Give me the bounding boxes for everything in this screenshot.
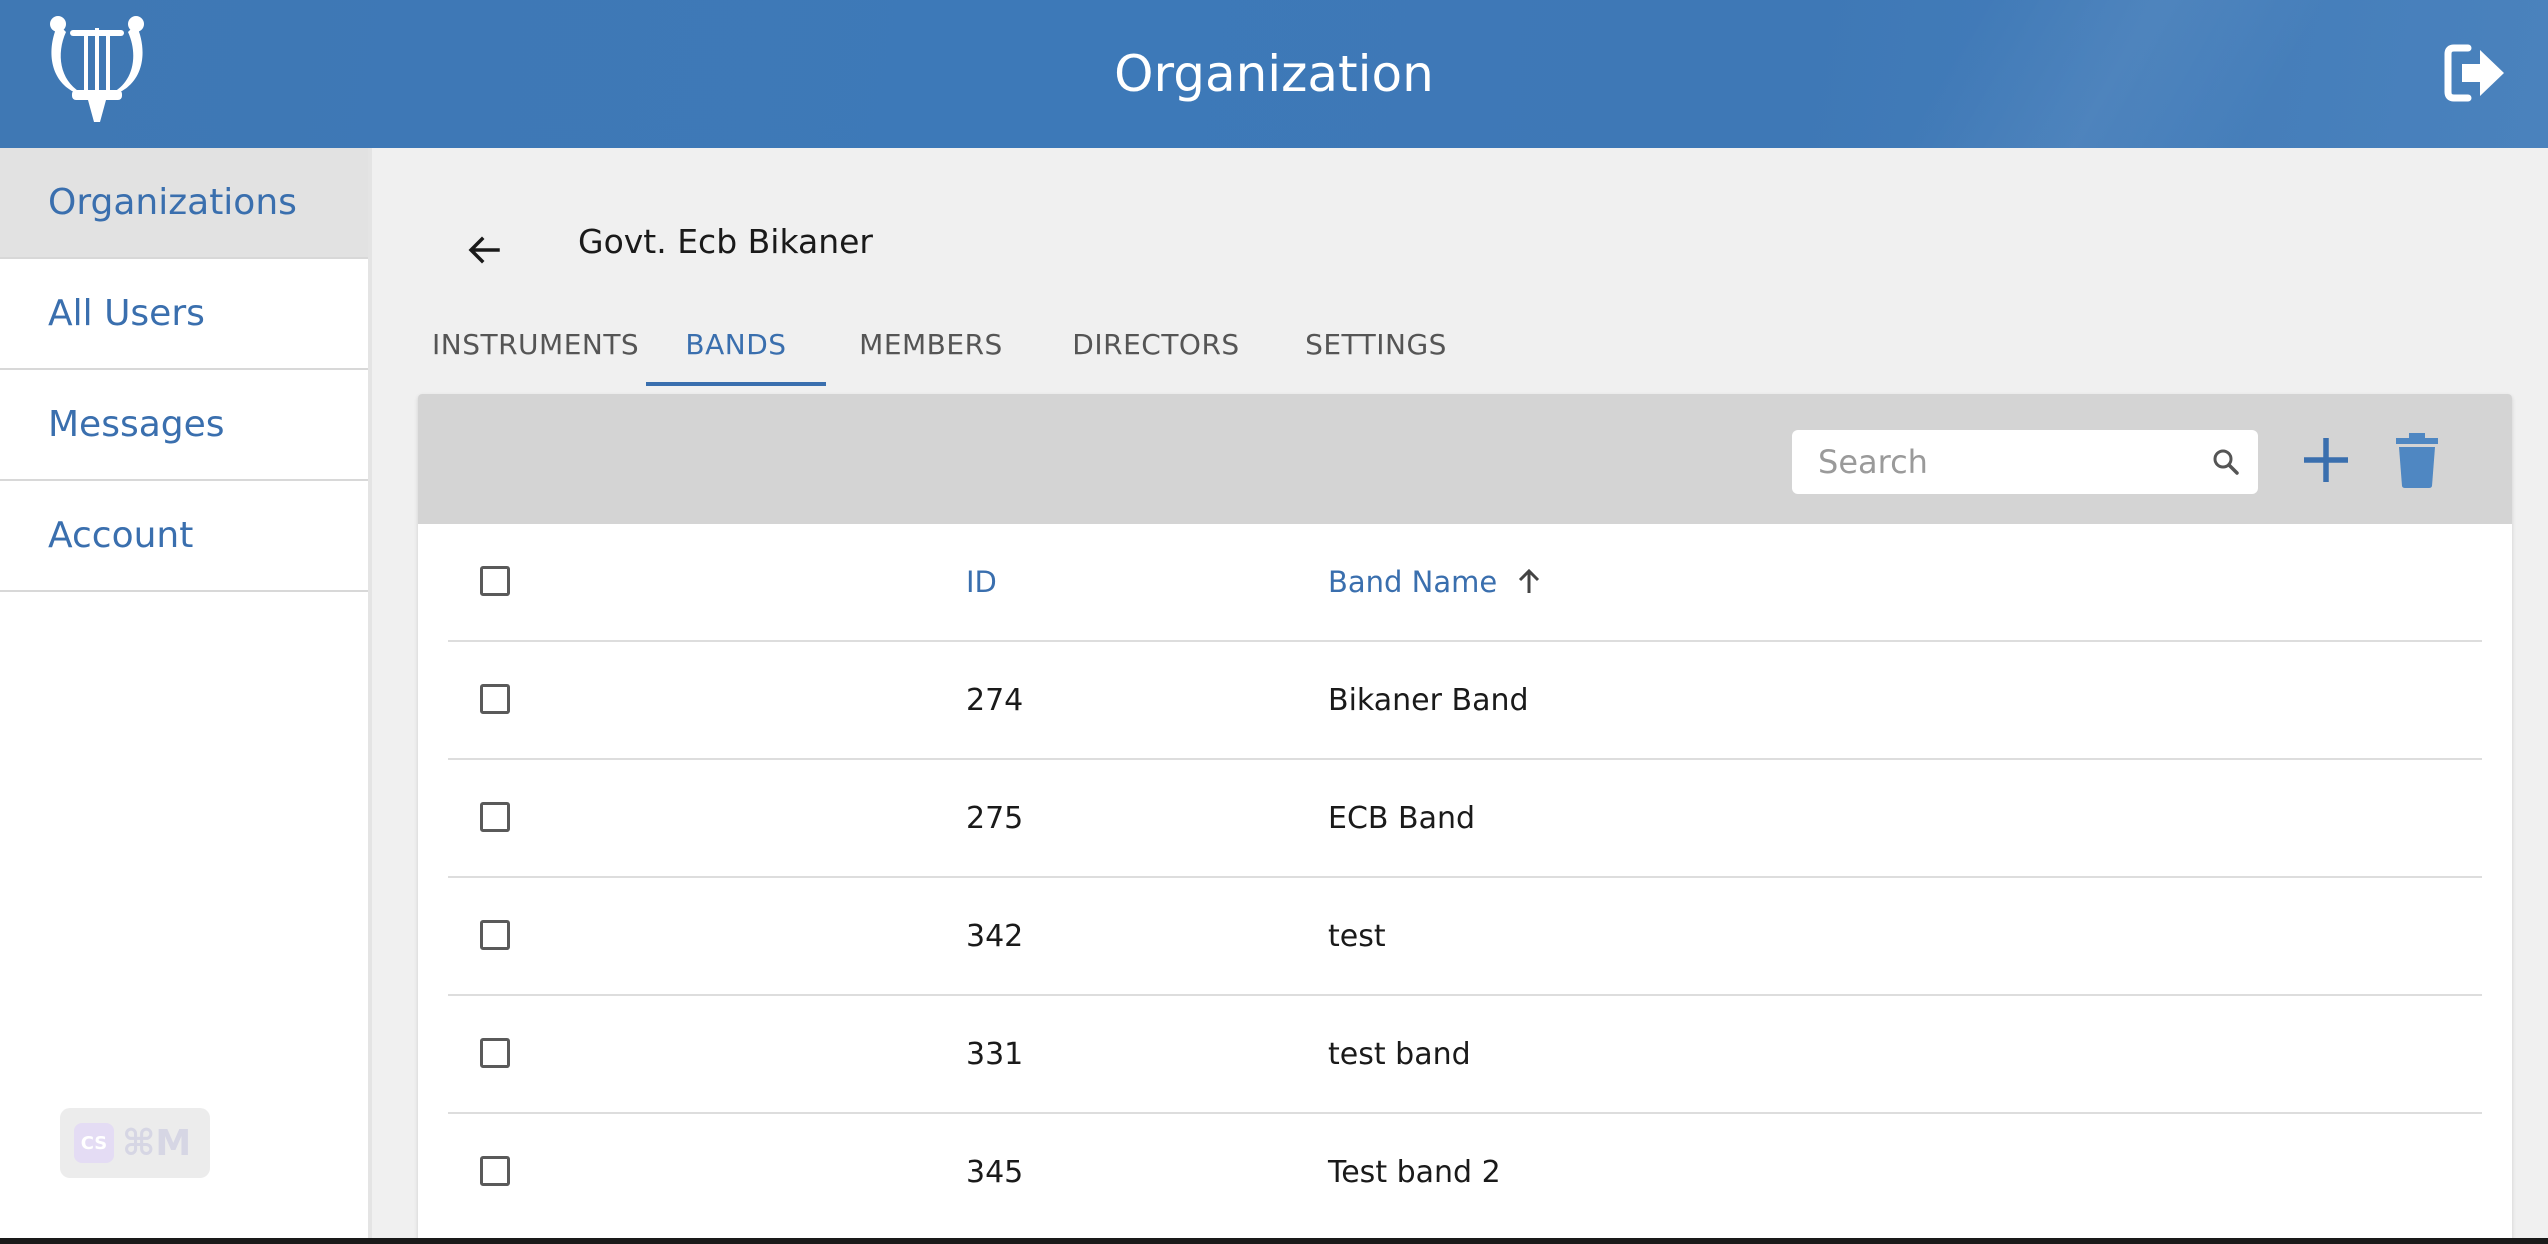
sidebar-item-organizations[interactable]: Organizations (0, 148, 368, 259)
add-band-icon[interactable] (2296, 430, 2356, 490)
tab-settings[interactable]: SETTINGS (1276, 320, 1476, 386)
tab-label: DIRECTORS (1072, 328, 1240, 361)
lyre-logo-icon[interactable] (44, 10, 150, 126)
band-name: test (1328, 919, 1386, 954)
column-header-label: Band Name (1328, 565, 1498, 599)
band-name: test band (1328, 1037, 1471, 1072)
organization-name: Govt. Ecb Bikaner (578, 222, 873, 261)
band-name: ECB Band (1328, 801, 1476, 836)
row-checkbox[interactable] (480, 684, 510, 714)
band-name: Test band 2 (1328, 1155, 1501, 1190)
table-row[interactable]: 274 Bikaner Band (448, 642, 2482, 760)
tab-label: MEMBERS (859, 328, 1003, 361)
cs-app-icon: CS (74, 1123, 114, 1163)
band-id: 274 (966, 683, 1024, 718)
band-id: 275 (966, 801, 1024, 836)
tab-label: INSTRUMENTS (432, 328, 640, 361)
sidebar-item-all-users[interactable]: All Users (0, 259, 368, 370)
app-root: Organization Organizations All Users Mes… (0, 0, 2548, 1244)
band-id: 342 (966, 919, 1024, 954)
table-header-row: ID Band Name (448, 524, 2482, 642)
tab-members[interactable]: MEMBERS (826, 320, 1036, 386)
column-header-id[interactable]: ID (966, 524, 997, 640)
delete-icon[interactable] (2390, 430, 2444, 490)
sidebar-item-label: Account (48, 515, 194, 556)
sidebar-item-label: Messages (48, 404, 225, 445)
sort-ascending-icon[interactable] (1516, 567, 1542, 595)
tab-label: SETTINGS (1305, 328, 1447, 361)
row-checkbox[interactable] (480, 920, 510, 950)
shortcut-badge[interactable]: CS ⌘M (60, 1108, 210, 1178)
column-header-band-name[interactable]: Band Name (1328, 524, 1542, 640)
bands-table-card: ID Band Name 274 Bikaner Band 275 (418, 394, 2512, 1244)
table-toolbar (418, 394, 2512, 524)
band-name: Bikaner Band (1328, 683, 1529, 718)
row-checkbox[interactable] (480, 1156, 510, 1186)
logout-icon[interactable] (2444, 42, 2508, 104)
sidebar-item-label: Organizations (48, 182, 297, 223)
sidebar-item-account[interactable]: Account (0, 481, 368, 592)
tab-bar: INSTRUMENTS BANDS MEMBERS DIRECTORS SETT… (432, 320, 1476, 386)
row-checkbox[interactable] (480, 1038, 510, 1068)
tab-label: BANDS (685, 328, 787, 361)
shortcut-keys: ⌘M (122, 1122, 192, 1164)
search-input[interactable] (1792, 430, 2192, 494)
table-row[interactable]: 275 ECB Band (448, 760, 2482, 878)
top-header: Organization (0, 0, 2548, 148)
tab-instruments[interactable]: INSTRUMENTS (432, 320, 646, 386)
select-all-checkbox[interactable] (480, 566, 510, 596)
tab-bands[interactable]: BANDS (646, 320, 826, 386)
table-row[interactable]: 331 test band (448, 996, 2482, 1114)
row-checkbox[interactable] (480, 802, 510, 832)
band-id: 331 (966, 1037, 1024, 1072)
back-arrow-icon[interactable] (464, 230, 504, 270)
table-row[interactable]: 345 Test band 2 (448, 1114, 2482, 1232)
sidebar-item-label: All Users (48, 293, 205, 334)
sidebar-item-messages[interactable]: Messages (0, 370, 368, 481)
search-field[interactable] (1792, 430, 2258, 494)
tab-directors[interactable]: DIRECTORS (1036, 320, 1276, 386)
main-content: Govt. Ecb Bikaner INSTRUMENTS BANDS MEMB… (372, 148, 2548, 1244)
bands-table: ID Band Name 274 Bikaner Band 275 ECB Ba… (448, 524, 2482, 1232)
search-icon[interactable] (2210, 446, 2242, 478)
band-id: 345 (966, 1155, 1024, 1190)
table-row[interactable]: 342 test (448, 878, 2482, 996)
sidebar: Organizations All Users Messages Account (0, 148, 372, 1244)
window-bottom-edge (0, 1238, 2548, 1244)
